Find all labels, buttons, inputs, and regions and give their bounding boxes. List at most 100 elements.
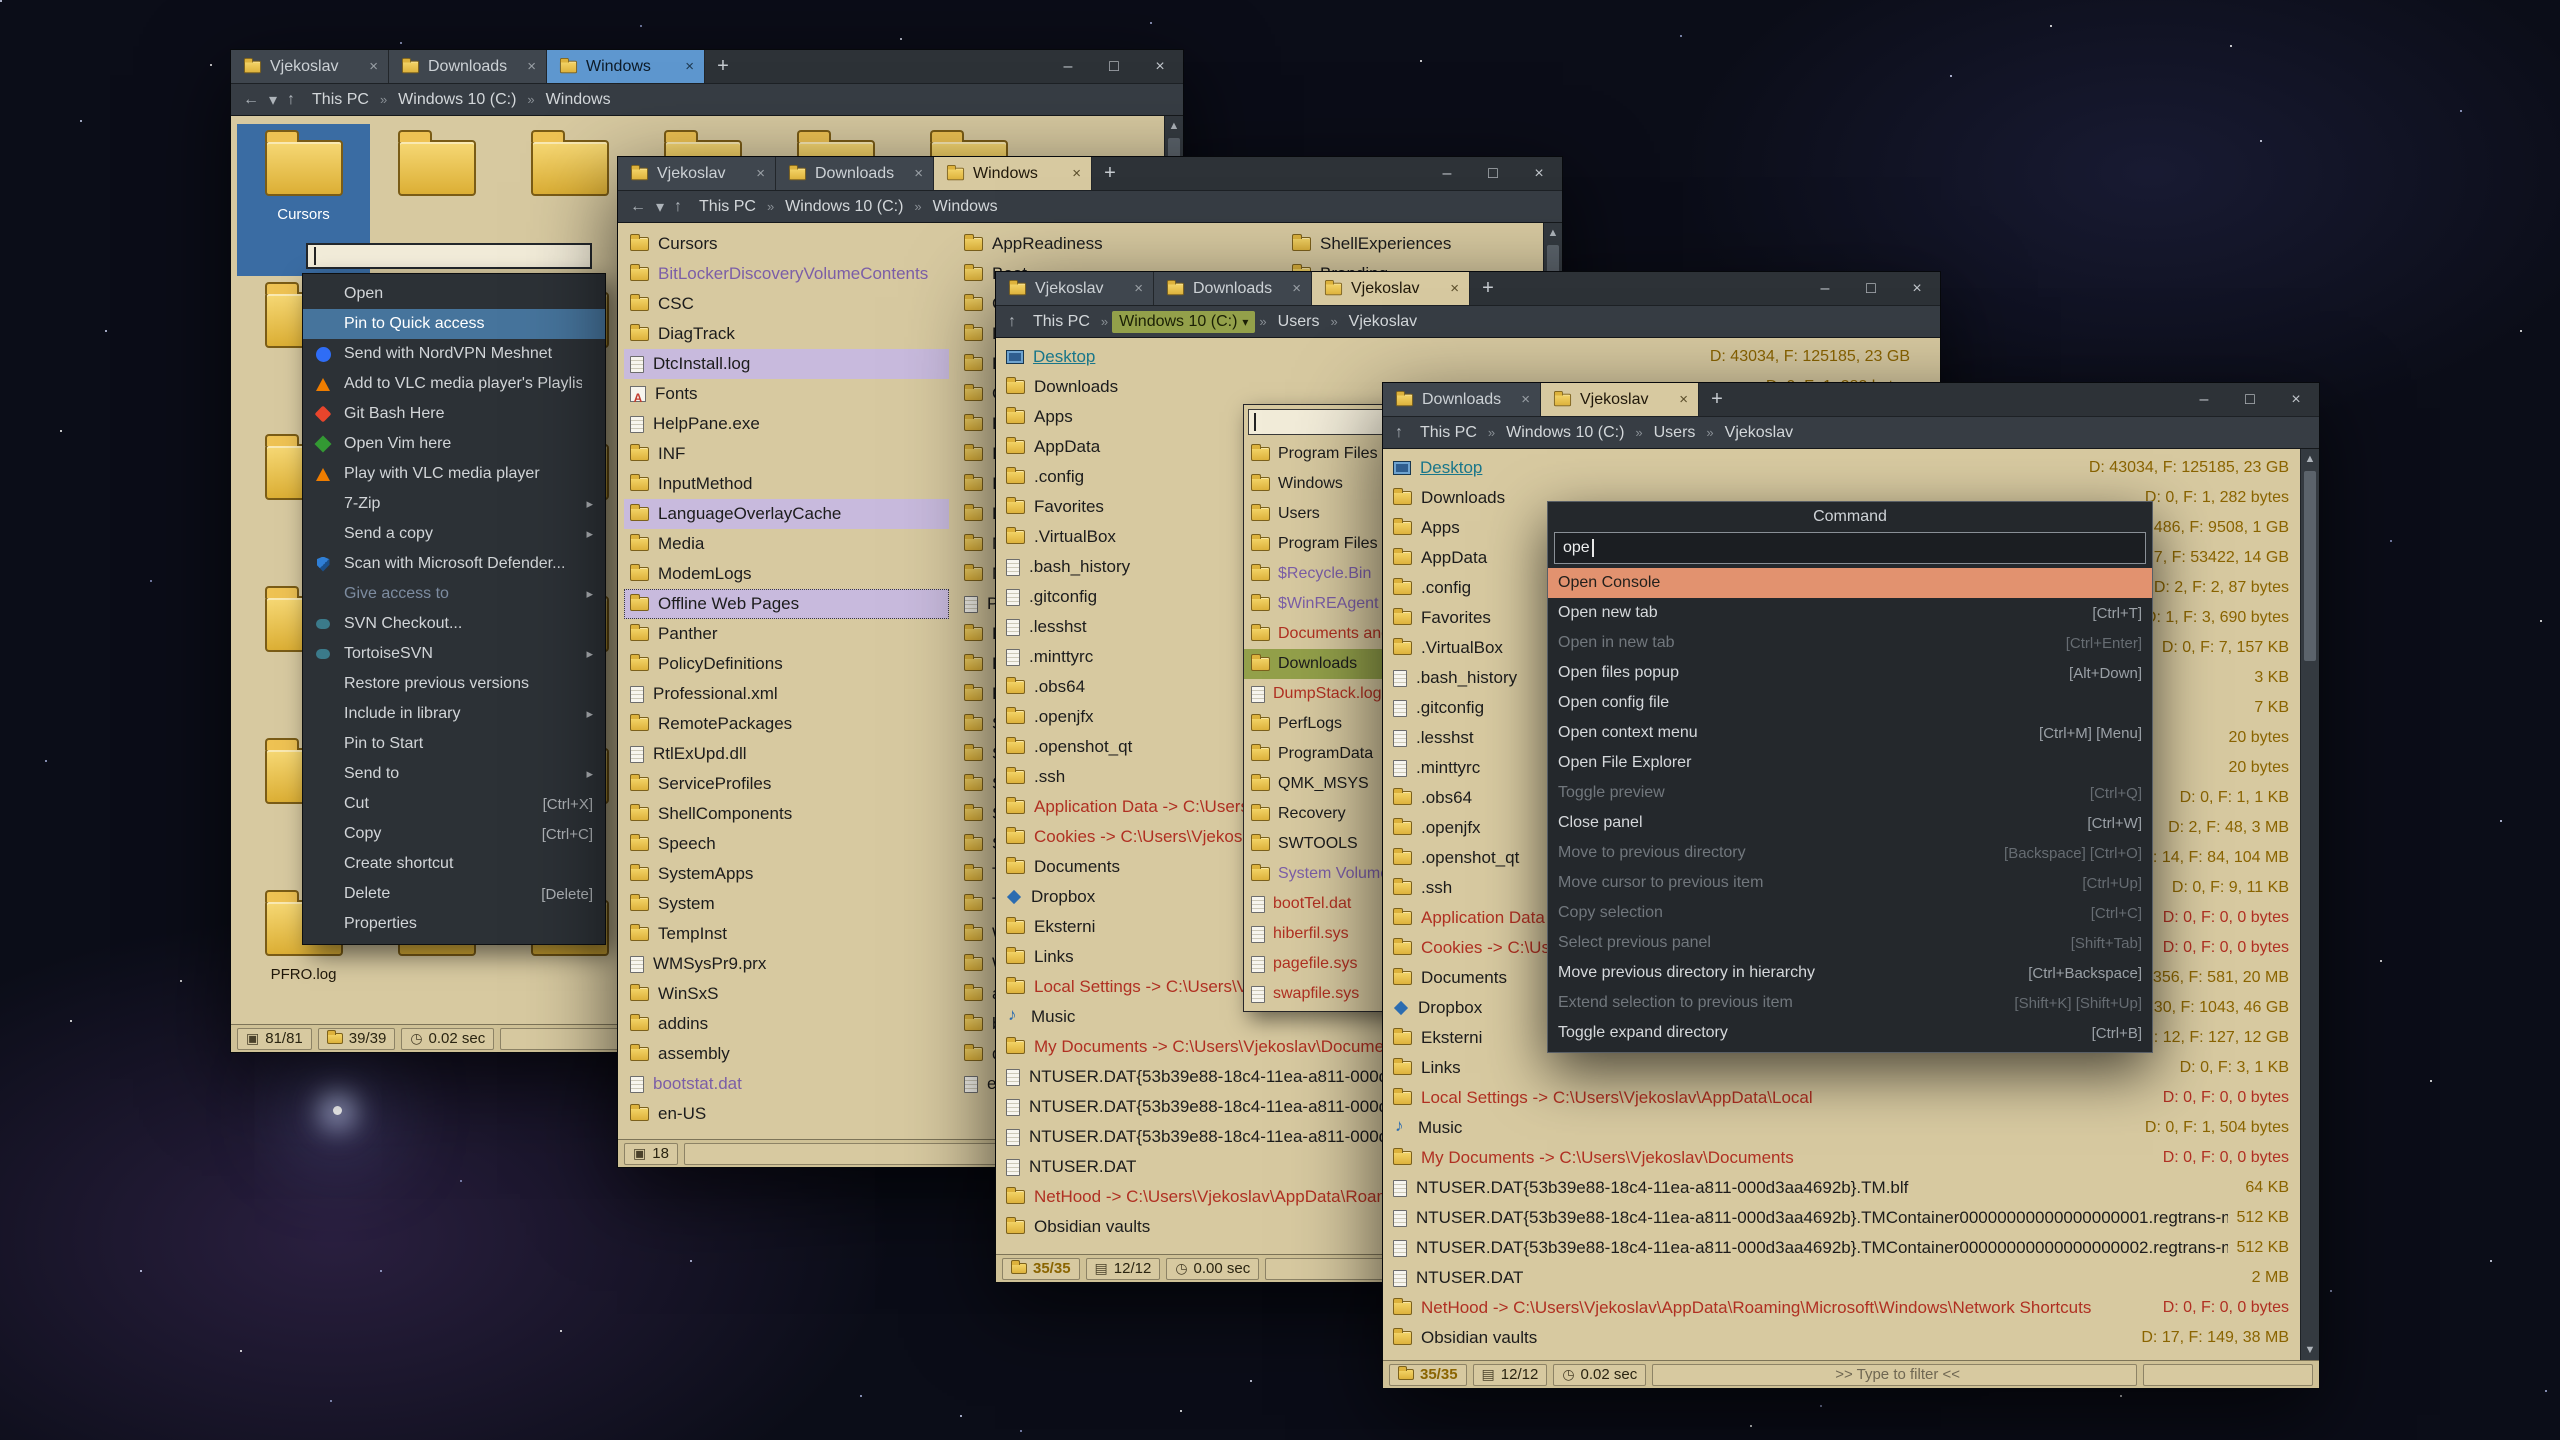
file-row[interactable]: CSC	[624, 289, 949, 319]
palette-item[interactable]: Move to previous directory [Backspace] […	[1548, 838, 2152, 868]
file-row[interactable]: Music D: 0, F: 1, 504 bytes	[1385, 1113, 2299, 1143]
palette-item[interactable]: Toggle expand directory [Ctrl+B]	[1548, 1018, 2152, 1048]
breadcrumb-item[interactable]: Windows 10 (C:) ▾	[778, 196, 910, 218]
breadcrumb-item[interactable]: This PC ▾	[1413, 422, 1484, 444]
rename-input[interactable]	[306, 243, 592, 269]
context-menu-item[interactable]: Give access to ▸	[303, 579, 605, 609]
file-row[interactable]: Media	[624, 529, 949, 559]
context-menu-item[interactable]: Play with VLC media player ▸	[303, 459, 605, 489]
palette-item[interactable]: Select previous panel [Shift+Tab]	[1548, 928, 2152, 958]
file-row[interactable]: HelpPane.exe	[624, 409, 949, 439]
scroll-up-icon[interactable]: ▲	[1544, 223, 1562, 243]
context-menu-item[interactable]: Restore previous versions ▸	[303, 669, 605, 699]
file-row[interactable]: RemotePackages	[624, 709, 949, 739]
palette-item[interactable]: Open new tab [Ctrl+T]	[1548, 598, 2152, 628]
palette-item[interactable]: Copy selection [Ctrl+C]	[1548, 898, 2152, 928]
file-row[interactable]: System	[624, 889, 949, 919]
up-icon[interactable]: ↑	[287, 91, 295, 109]
file-row[interactable]: ShellComponents	[624, 799, 949, 829]
palette-item[interactable]: Close panel [Ctrl+W]	[1548, 808, 2152, 838]
file-row[interactable]: INF	[624, 439, 949, 469]
file-row[interactable]: WinSxS	[624, 979, 949, 1009]
breadcrumb-item[interactable]: This PC ▾	[1026, 311, 1097, 333]
breadcrumb-item[interactable]: Vjekoslav ▾	[1342, 311, 1424, 333]
context-menu-item[interactable]: Open ▸	[303, 279, 605, 309]
file-row[interactable]: NetHood -> C:\Users\Vjekoslav\AppData\Ro…	[1385, 1293, 2299, 1323]
context-menu-item[interactable]: Create shortcut ▸	[303, 849, 605, 879]
new-tab-button[interactable]: +	[1092, 157, 1128, 190]
context-menu-item[interactable]: Delete [Delete] ▸	[303, 879, 605, 909]
palette-item[interactable]: Move cursor to previous item [Ctrl+Up]	[1548, 868, 2152, 898]
context-menu-item[interactable]: Pin to Start ▸	[303, 729, 605, 759]
scrollbar-thumb[interactable]	[2304, 471, 2316, 661]
file-row[interactable]: Obsidian vaults D: 17, F: 149, 38 MB	[1385, 1323, 2299, 1353]
breadcrumb-item[interactable]: Windows ▾	[926, 196, 1005, 218]
breadcrumb-item[interactable]: This PC ▾	[692, 196, 763, 218]
file-row[interactable]: ModemLogs	[624, 559, 949, 589]
minimize-button[interactable]: –	[2181, 383, 2227, 416]
palette-item[interactable]: Open in new tab [Ctrl+Enter]	[1548, 628, 2152, 658]
scroll-up-icon[interactable]: ▲	[1165, 116, 1183, 136]
tab[interactable]: Windows ×	[547, 50, 705, 83]
new-tab-button[interactable]: +	[1470, 272, 1506, 305]
palette-item[interactable]: Open Console	[1548, 568, 2152, 598]
context-menu-item[interactable]: Properties ▸	[303, 909, 605, 939]
context-menu-item[interactable]: Scan with Microsoft Defender... ▸	[303, 549, 605, 579]
file-row[interactable]: Desktop D: 43034, F: 125185, 23 GB	[998, 342, 1920, 372]
breadcrumb-item[interactable]: This PC ▾	[305, 89, 376, 111]
new-tab-button[interactable]: +	[1699, 383, 1735, 416]
file-row[interactable]: InputMethod	[624, 469, 949, 499]
context-menu-item[interactable]: Include in library ▸	[303, 699, 605, 729]
file-row[interactable]: Local Settings -> C:\Users\Vjekoslav\App…	[1385, 1083, 2299, 1113]
palette-item[interactable]: Open context menu [Ctrl+M] [Menu]	[1548, 718, 2152, 748]
file-row[interactable]: NTUSER.DAT{53b39e88-18c4-11ea-a811-000d3…	[1385, 1173, 2299, 1203]
tab-close-icon[interactable]: ×	[756, 165, 765, 182]
palette-item[interactable]: Open config file	[1548, 688, 2152, 718]
close-button[interactable]: ×	[1516, 157, 1562, 190]
context-menu-item[interactable]: Git Bash Here ▸	[303, 399, 605, 429]
file-row[interactable]: Professional.xml	[624, 679, 949, 709]
back-icon[interactable]: ←	[630, 198, 646, 216]
palette-item[interactable]: Move previous directory in hierarchy [Ct…	[1548, 958, 2152, 988]
breadcrumb-item[interactable]: Users ▾	[1647, 422, 1703, 444]
file-row[interactable]: Speech	[624, 829, 949, 859]
file-row[interactable]: AppReadiness	[958, 229, 1283, 259]
file-row[interactable]: SystemApps	[624, 859, 949, 889]
vertical-scrollbar[interactable]: ▲ ▼	[2300, 449, 2319, 1360]
tab[interactable]: Windows ×	[934, 157, 1092, 190]
file-row[interactable]: Panther	[624, 619, 949, 649]
breadcrumb-item[interactable]: Windows 10 (C:) ▾	[1499, 422, 1631, 444]
tab-close-icon[interactable]: ×	[527, 58, 536, 75]
maximize-button[interactable]: □	[1470, 157, 1516, 190]
file-row[interactable]: Fonts	[624, 379, 949, 409]
file-row[interactable]: WMSysPr9.prx	[624, 949, 949, 979]
maximize-button[interactable]: □	[1091, 50, 1137, 83]
close-button[interactable]: ×	[1894, 272, 1940, 305]
tab[interactable]: Downloads ×	[776, 157, 934, 190]
tab-close-icon[interactable]: ×	[1072, 165, 1081, 182]
scroll-down-icon[interactable]: ▼	[2301, 1340, 2319, 1360]
minimize-button[interactable]: –	[1802, 272, 1848, 305]
minimize-button[interactable]: –	[1045, 50, 1091, 83]
close-button[interactable]: ×	[1137, 50, 1183, 83]
context-menu-item[interactable]: TortoiseSVN ▸	[303, 639, 605, 669]
file-row[interactable]: Offline Web Pages	[624, 589, 949, 619]
file-row[interactable]: NTUSER.DAT 2 MB	[1385, 1263, 2299, 1293]
breadcrumb-item[interactable]: Users ▾	[1271, 311, 1327, 333]
file-row[interactable]: BitLockerDiscoveryVolumeContents	[624, 259, 949, 289]
file-row[interactable]: PolicyDefinitions	[624, 649, 949, 679]
context-menu-item[interactable]: Send to ▸	[303, 759, 605, 789]
file-row[interactable]: NTUSER.DAT{53b39e88-18c4-11ea-a811-000d3…	[1385, 1233, 2299, 1263]
context-menu-item[interactable]: SVN Checkout... ▸	[303, 609, 605, 639]
tab[interactable]: Downloads ×	[1383, 383, 1541, 416]
file-row[interactable]: ServiceProfiles	[624, 769, 949, 799]
breadcrumb-item[interactable]: Windows 10 (C:) ▾	[391, 89, 523, 111]
tab[interactable]: Vjekoslav ×	[1541, 383, 1699, 416]
tab-close-icon[interactable]: ×	[369, 58, 378, 75]
context-menu-item[interactable]: Add to VLC media player's Playlist ▸	[303, 369, 605, 399]
tab[interactable]: Downloads ×	[389, 50, 547, 83]
file-row[interactable]: LanguageOverlayCache	[624, 499, 949, 529]
file-row[interactable]: en-US	[624, 1099, 949, 1129]
file-row[interactable]: DtcInstall.log	[624, 349, 949, 379]
tab[interactable]: Vjekoslav ×	[1312, 272, 1470, 305]
